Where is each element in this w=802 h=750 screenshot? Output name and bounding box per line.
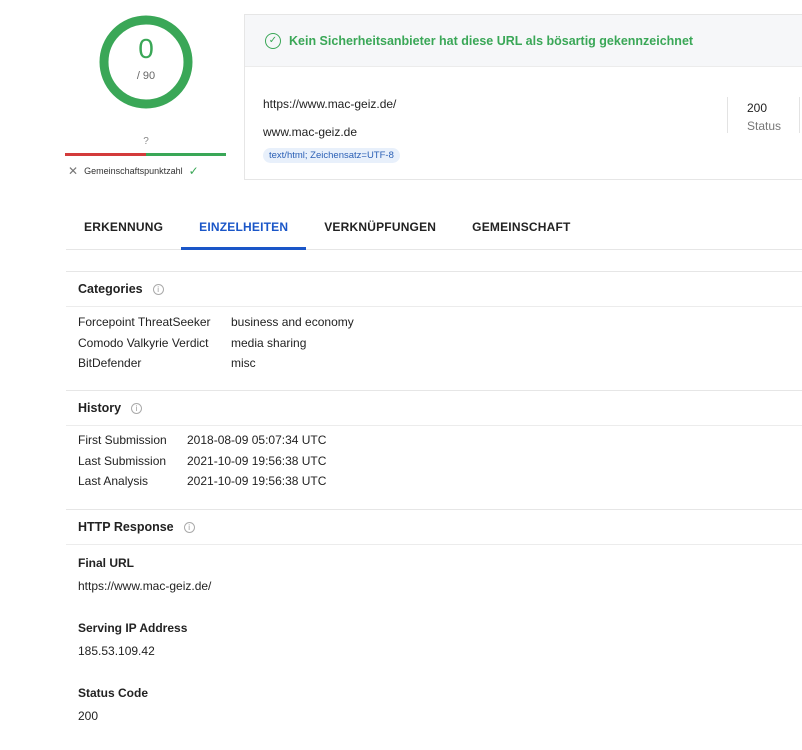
community-score: ✕ Gemeinschaftspunktzahl ✓ [68, 164, 199, 178]
content-type-badge: text/html; Zeichensatz=UTF-8 [263, 148, 400, 163]
tab-einzelheiten[interactable]: EINZELHEITEN [181, 208, 307, 250]
list-item: Comodo Valkyrie Verdict media sharing [78, 333, 354, 354]
list-item: First Submission 2018-08-09 05:07:34 UTC [78, 430, 326, 451]
score-widget: 0 / 90 ? ✕ Gemeinschaftspunktzahl ✓ [60, 8, 232, 188]
ip-value[interactable]: 185.53.109.42 [78, 644, 155, 658]
score-total: / 90 [136, 70, 156, 82]
tab-verknuepfungen[interactable]: VERKNÜPFUNGEN [306, 208, 454, 249]
list-item: Last Analysis 2021-10-09 19:56:38 UTC [78, 471, 326, 492]
score-unknown: ? [143, 136, 149, 147]
detection-banner: ✓ Kein Sicherheitsanbieter hat diese URL… [245, 15, 802, 67]
category-vendor: Forcepoint ThreatSeeker [78, 315, 211, 330]
list-item: Forcepoint ThreatSeeker business and eco… [78, 312, 354, 333]
community-score-bar [65, 153, 226, 156]
info-icon[interactable]: i [131, 402, 143, 414]
history-label: First Submission [78, 433, 167, 448]
tab-gemeinschaft[interactable]: GEMEINSCHAFT [454, 208, 588, 249]
http-response-header: HTTP Response i [66, 509, 802, 545]
categories-header: Categories i [66, 271, 802, 307]
categories-list: Forcepoint ThreatSeeker business and eco… [78, 312, 354, 374]
score-value: 0 [138, 33, 154, 64]
check-icon[interactable]: ✓ [189, 164, 199, 178]
check-circle-icon: ✓ [265, 32, 281, 49]
status-code-value: 200 [78, 709, 99, 723]
history-value: 2021-10-09 19:56:38 UTC [187, 474, 327, 489]
category-value: media sharing [231, 335, 307, 350]
section-title: Categories [78, 282, 143, 296]
summary-card: ✓ Kein Sicherheitsanbieter hat diese URL… [244, 14, 802, 180]
info-icon[interactable]: i [152, 283, 164, 295]
history-label: Last Submission [78, 453, 167, 468]
tab-erkennung[interactable]: ERKENNUNG [66, 208, 181, 249]
final-url-label: Final URL [78, 556, 134, 570]
status-value: 200 [747, 101, 768, 115]
list-item: BitDefender misc [78, 353, 354, 374]
close-icon[interactable]: ✕ [68, 164, 78, 178]
category-vendor: Comodo Valkyrie Verdict [78, 335, 209, 350]
info-icon[interactable]: i [183, 521, 195, 533]
divider [727, 97, 728, 133]
community-bad-bar [65, 153, 146, 156]
status-code-label: Status Code [78, 686, 149, 700]
history-label: Last Analysis [78, 474, 149, 489]
list-item: Last Submission 2021-10-09 19:56:38 UTC [78, 451, 326, 472]
history-value: 2018-08-09 05:07:34 UTC [187, 433, 327, 448]
divider [799, 97, 800, 133]
detection-banner-text: Kein Sicherheitsanbieter hat diese URL a… [289, 33, 694, 48]
community-good-bar [145, 153, 226, 156]
history-list: First Submission 2018-08-09 05:07:34 UTC… [78, 430, 326, 492]
summary-status: 200 Status [747, 99, 781, 135]
category-vendor: BitDefender [78, 356, 142, 371]
final-url-value[interactable]: https://www.mac-geiz.de/ [78, 579, 211, 593]
community-label: Gemeinschaftspunktzahl [84, 166, 183, 176]
section-title: HTTP Response [78, 520, 174, 534]
summary-url[interactable]: https://www.mac-geiz.de/ [263, 97, 396, 111]
status-label: Status [747, 119, 782, 133]
history-value: 2021-10-09 19:56:38 UTC [187, 453, 327, 468]
section-title: History [78, 401, 122, 415]
category-value: business and economy [231, 315, 354, 330]
ip-label: Serving IP Address [78, 621, 188, 635]
summary-host[interactable]: www.mac-geiz.de [263, 125, 357, 139]
history-header: History i [66, 390, 802, 426]
tab-bar: ERKENNUNG EINZELHEITEN VERKNÜPFUNGEN GEM… [66, 208, 802, 250]
category-value: misc [231, 356, 256, 371]
